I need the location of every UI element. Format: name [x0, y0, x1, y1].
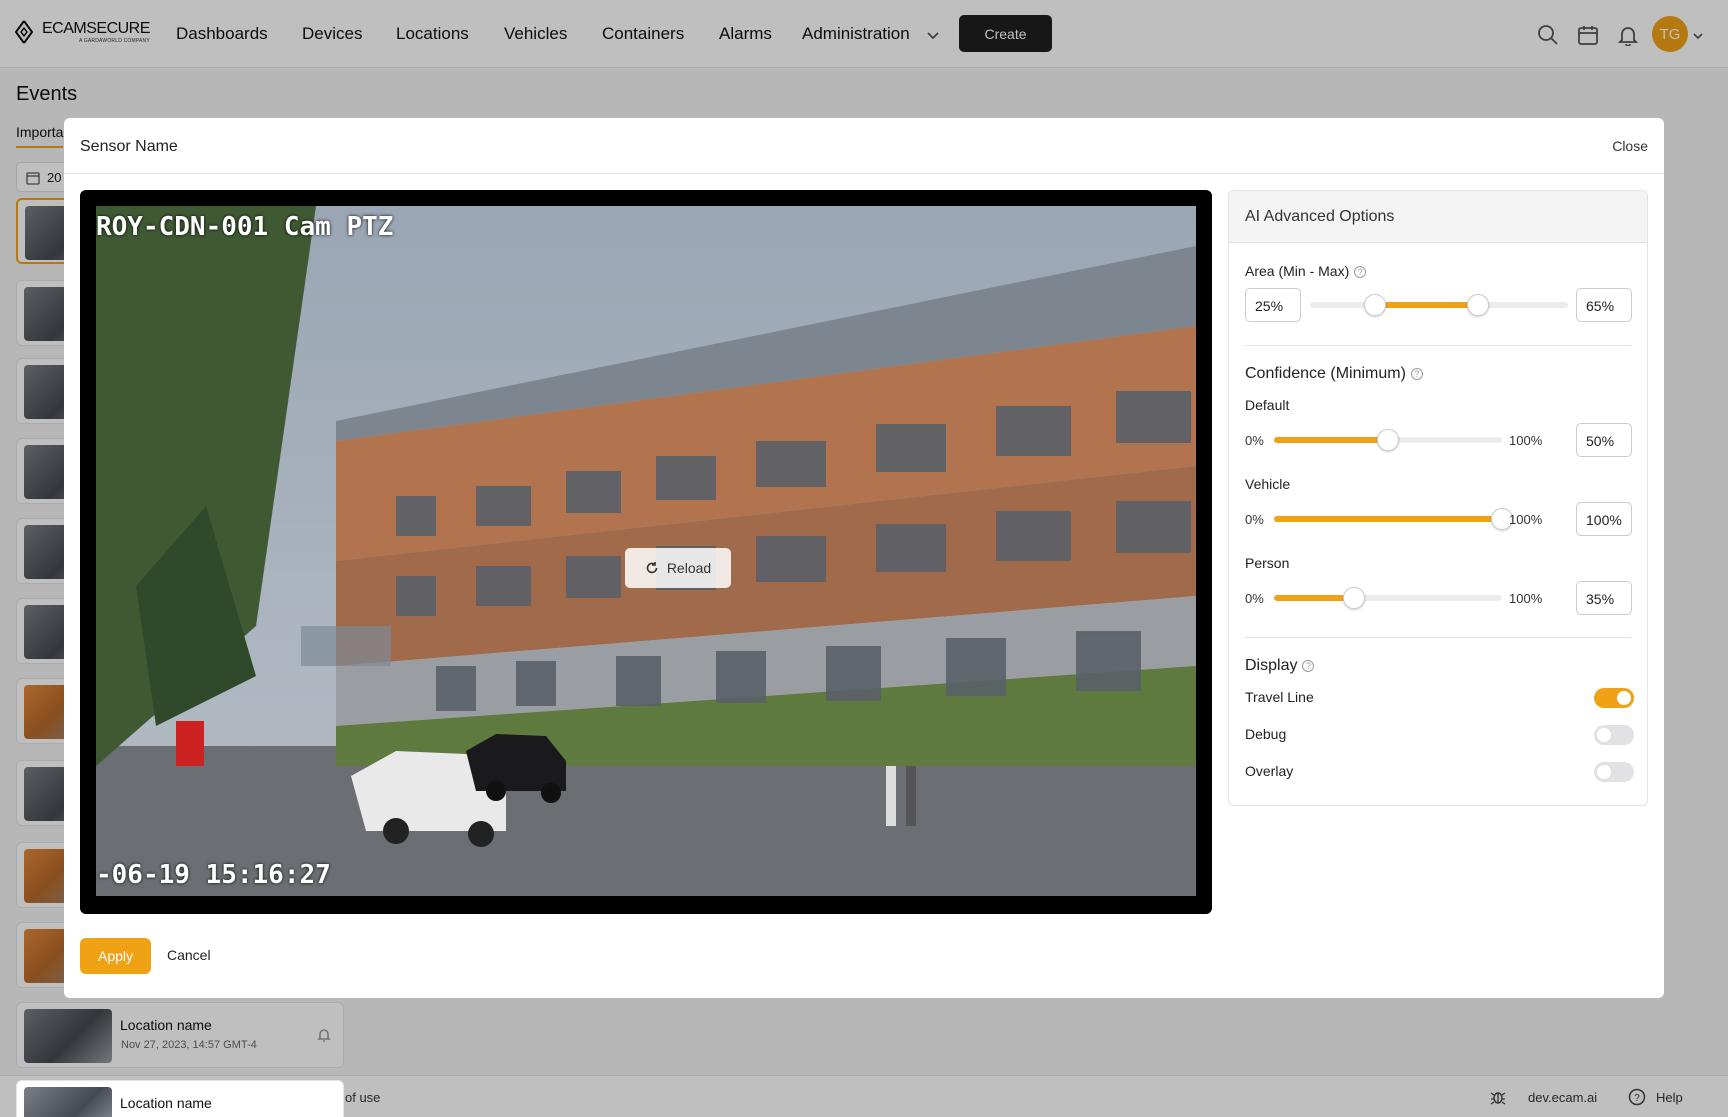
area-slider-fill	[1374, 302, 1478, 308]
range-min-text: 0%	[1245, 433, 1264, 448]
slider-fill	[1274, 437, 1388, 443]
confidence-vehicle-slider[interactable]	[1274, 508, 1513, 530]
panel-title: AI Advanced Options	[1245, 208, 1395, 225]
toggle-travel-line[interactable]	[1594, 688, 1634, 708]
modal-divider	[64, 173, 1664, 174]
confidence-header: Confidence (Minimum)?	[1245, 365, 1423, 383]
ai-options-panel: AI Advanced Options Area (Min - Max)? 25…	[1228, 190, 1648, 806]
sensor-modal: Sensor Name Close ROY-CDN-001 Cam PTZ -0…	[64, 118, 1664, 998]
modal-title: Sensor Name	[80, 138, 178, 155]
slider-fill	[1274, 595, 1354, 601]
slider-handle[interactable]	[1342, 587, 1365, 609]
info-icon[interactable]: ?	[1302, 660, 1315, 672]
toggle-debug[interactable]	[1594, 725, 1634, 745]
reload-icon	[646, 562, 658, 574]
info-icon[interactable]: ?	[1354, 266, 1367, 278]
toggle-travel-line-label: Travel Line	[1245, 689, 1314, 705]
panel-header: AI Advanced Options	[1229, 191, 1647, 243]
toggle-overlay-label: Overlay	[1245, 763, 1294, 779]
area-min-handle[interactable]	[1363, 294, 1386, 316]
slider-fill	[1274, 516, 1502, 522]
slider-handle[interactable]	[1377, 429, 1399, 451]
area-min-input[interactable]: 25%	[1245, 288, 1301, 322]
panel-divider	[1245, 345, 1631, 346]
area-slider[interactable]	[1310, 294, 1568, 316]
display-label: Display	[1245, 657, 1298, 674]
camera-feed[interactable]: ROY-CDN-001 Cam PTZ -06-19 15:16:27 Relo…	[96, 206, 1196, 896]
range-min-text: 0%	[1245, 512, 1264, 527]
info-icon[interactable]: ?	[1410, 368, 1423, 380]
range-min-text: 0%	[1245, 591, 1264, 606]
range-max-text: 100%	[1509, 433, 1543, 448]
cancel-button[interactable]: Cancel	[167, 947, 211, 963]
toggle-overlay[interactable]	[1594, 762, 1634, 782]
video-player: ROY-CDN-001 Cam PTZ -06-19 15:16:27 Relo…	[80, 190, 1212, 914]
range-max-text: 100%	[1509, 591, 1543, 606]
confidence-default-input[interactable]: 50%	[1576, 423, 1632, 457]
event-location: Location name	[120, 1095, 212, 1111]
panel-divider	[1245, 637, 1631, 638]
event-thumbnail	[24, 1087, 112, 1117]
confidence-vehicle-label: Vehicle	[1245, 476, 1291, 492]
confidence-default-slider[interactable]	[1274, 429, 1502, 451]
area-max-input[interactable]: 65%	[1576, 288, 1632, 322]
area-label: Area (Min - Max)	[1245, 263, 1350, 279]
confidence-person-input[interactable]: 35%	[1576, 581, 1632, 615]
reload-button[interactable]: Reload	[625, 548, 731, 588]
confidence-vehicle-input[interactable]: 100%	[1576, 502, 1632, 536]
display-header: Display?	[1245, 657, 1315, 675]
confidence-label: Confidence (Minimum)	[1245, 365, 1406, 382]
apply-button[interactable]: Apply	[80, 938, 151, 974]
confidence-person-label: Person	[1245, 555, 1290, 571]
range-max-text: 100%	[1509, 512, 1543, 527]
toggle-debug-label: Debug	[1245, 726, 1287, 742]
area-max-handle[interactable]	[1466, 294, 1489, 316]
camera-timestamp-overlay: -06-19 15:16:27	[96, 860, 331, 890]
list-item[interactable]: Location name	[16, 1080, 344, 1117]
confidence-default-label: Default	[1245, 397, 1290, 413]
area-label-row: Area (Min - Max)?	[1245, 263, 1367, 279]
close-button[interactable]: Close	[1612, 138, 1648, 154]
confidence-person-slider[interactable]	[1274, 587, 1502, 609]
camera-label-overlay: ROY-CDN-001 Cam PTZ	[96, 212, 394, 242]
reload-label: Reload	[666, 560, 712, 576]
